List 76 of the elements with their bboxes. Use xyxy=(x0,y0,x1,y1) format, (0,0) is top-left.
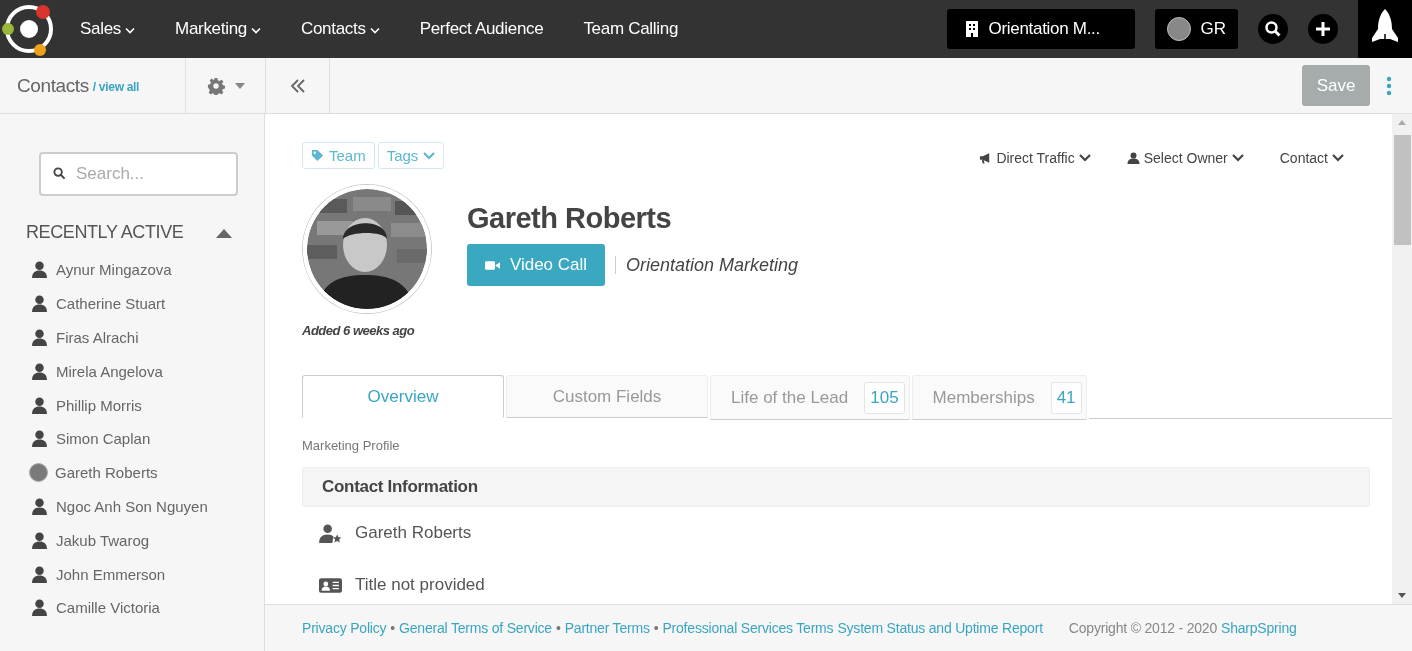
user-star-icon xyxy=(319,523,342,543)
caret-icon xyxy=(234,82,245,89)
selector-dropdown[interactable]: Contact xyxy=(1279,150,1344,166)
contact-link[interactable]: Mirela Angelova xyxy=(56,362,163,380)
added-date: Added 6 weeks ago xyxy=(302,323,416,338)
contact-link[interactable]: Catherine Stuart xyxy=(56,295,166,313)
chevron-icon xyxy=(1332,154,1344,162)
company-name: Orientation Marketing xyxy=(626,254,799,276)
tab[interactable]: Memberships 41 xyxy=(911,375,1087,420)
person-icon xyxy=(32,497,47,515)
person-icon xyxy=(1126,152,1140,164)
section-header: Contact Information xyxy=(302,467,1370,507)
user-button[interactable]: GR xyxy=(1154,9,1238,49)
chevron-icon xyxy=(369,27,380,34)
contact-link[interactable]: John Emmerson xyxy=(56,565,166,583)
field-value: Title not provided xyxy=(355,575,485,595)
nav-menu[interactable]: Marketing xyxy=(175,19,261,39)
chevron-icon xyxy=(125,27,136,34)
collapse-icon[interactable] xyxy=(289,78,306,93)
company-button[interactable]: Orientation M... xyxy=(946,9,1135,49)
person-icon xyxy=(32,531,47,549)
search-icon[interactable] xyxy=(1258,14,1288,44)
id-card-icon xyxy=(319,575,342,595)
contact-link[interactable]: Gareth Roberts xyxy=(55,464,158,482)
tag-icon xyxy=(311,149,324,162)
building-icon xyxy=(964,20,979,38)
contact-link[interactable]: Camille Victoria xyxy=(56,599,160,617)
nav-menu[interactable]: Sales xyxy=(80,19,136,39)
search-field[interactable]: Search... xyxy=(39,152,238,196)
person-icon xyxy=(32,362,47,380)
collapse-caret-icon[interactable] xyxy=(216,227,232,238)
person-icon xyxy=(32,565,47,583)
contact-link[interactable]: Aynur Mingazova xyxy=(56,261,172,279)
avatar-icon xyxy=(29,463,48,483)
separator: • xyxy=(390,620,396,636)
person-icon xyxy=(32,396,47,414)
scrollbar-thumb[interactable] xyxy=(1393,135,1411,245)
person-icon xyxy=(32,430,47,448)
chevron-icon xyxy=(423,151,436,160)
add-icon[interactable] xyxy=(1308,14,1338,44)
contact-link[interactable]: Firas Alrachi xyxy=(56,329,139,346)
more-icon[interactable] xyxy=(1386,75,1392,96)
section-heading: RECENTLY ACTIVE xyxy=(26,222,184,243)
search-icon xyxy=(53,167,66,180)
section-caption: Marketing Profile xyxy=(302,438,401,453)
video-call-button[interactable]: Video Call xyxy=(467,244,605,286)
selector-dropdown[interactable]: Direct Traffic xyxy=(979,150,1091,166)
contact-link[interactable]: Jakub Twarog xyxy=(56,531,150,549)
contact-name: Gareth Roberts xyxy=(467,202,673,235)
nav-menu[interactable]: Contacts xyxy=(301,19,380,39)
field-value: Gareth Roberts xyxy=(355,523,472,543)
contact-link[interactable]: Phillip Morris xyxy=(56,396,142,414)
separator: • xyxy=(653,620,659,636)
settings-icon xyxy=(206,76,225,95)
nav-menu[interactable]: Perfect Audience xyxy=(419,19,544,39)
tab[interactable]: Custom Fields xyxy=(506,375,708,418)
copyright: Copyright © 2012 - 2020 xyxy=(1068,620,1217,636)
separator: • xyxy=(555,620,561,636)
contact-link[interactable]: Simon Caplan xyxy=(56,430,151,448)
selector-dropdown[interactable]: Select Owner xyxy=(1126,150,1244,166)
chevron-icon xyxy=(251,27,261,34)
chevron-icon xyxy=(1231,154,1244,162)
avatar-icon xyxy=(1166,17,1191,41)
tab[interactable]: Life of the Lead 105 xyxy=(710,375,910,420)
chevron-icon xyxy=(1078,154,1091,162)
person-icon xyxy=(32,599,47,617)
scroll-down-icon[interactable] xyxy=(1398,593,1406,598)
nav-menu[interactable]: Team Calling xyxy=(583,19,679,39)
rocket-button[interactable] xyxy=(1358,0,1412,58)
contact-link[interactable]: Ngoc Anh Son Nguyen xyxy=(56,497,208,515)
person-icon xyxy=(32,329,47,346)
tab[interactable]: Overview xyxy=(302,375,504,418)
person-icon xyxy=(32,295,47,313)
video-camera-icon xyxy=(484,259,500,271)
page-title: Contacts xyxy=(17,74,89,97)
person-icon xyxy=(32,261,47,279)
